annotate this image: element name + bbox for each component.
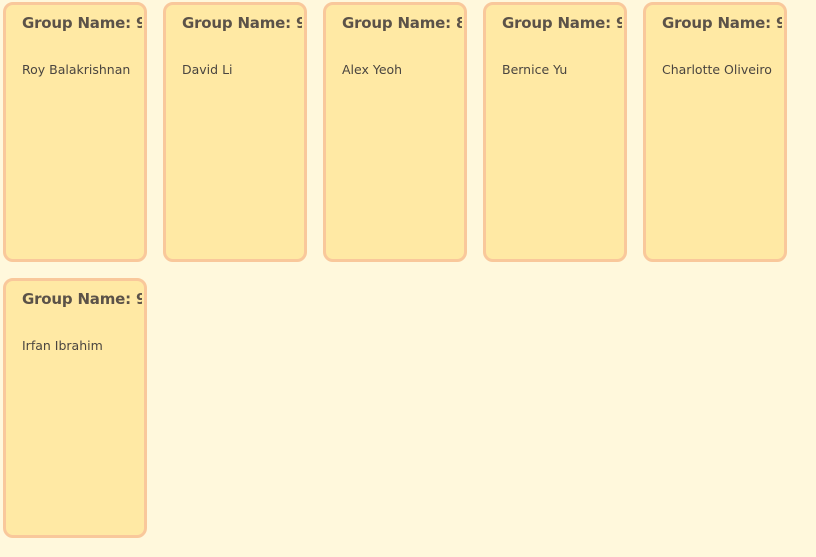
group-card[interactable]: Group Name: 992 Bernice Yu xyxy=(483,2,627,262)
member-name: Roy Balakrishnan xyxy=(22,62,131,77)
group-card[interactable]: Group Name: 874 Alex Yeoh xyxy=(323,2,467,262)
group-title: Group Name: 920 xyxy=(22,14,142,32)
member-name: Bernice Yu xyxy=(502,62,568,77)
group-title: Group Name: 932 xyxy=(662,14,782,32)
group-card[interactable]: Group Name: 920 Roy Balakrishnan xyxy=(3,2,147,262)
member-name: Charlotte Oliveiro xyxy=(662,62,772,77)
group-title: Group Name: 992 xyxy=(502,14,622,32)
group-title: Group Name: 910 xyxy=(182,14,302,32)
member-name: Alex Yeoh xyxy=(342,62,403,77)
group-title: Group Name: 874 xyxy=(342,14,462,32)
group-card[interactable]: Group Name: 924 Irfan Ibrahim xyxy=(3,278,147,538)
group-card[interactable]: Group Name: 910 David Li xyxy=(163,2,307,262)
group-board: Group Name: 920 Roy Balakrishnan Group N… xyxy=(0,0,816,557)
group-card[interactable]: Group Name: 932 Charlotte Oliveiro xyxy=(643,2,787,262)
group-title: Group Name: 924 xyxy=(22,290,142,308)
member-name: Irfan Ibrahim xyxy=(22,338,103,353)
member-name: David Li xyxy=(182,62,233,77)
